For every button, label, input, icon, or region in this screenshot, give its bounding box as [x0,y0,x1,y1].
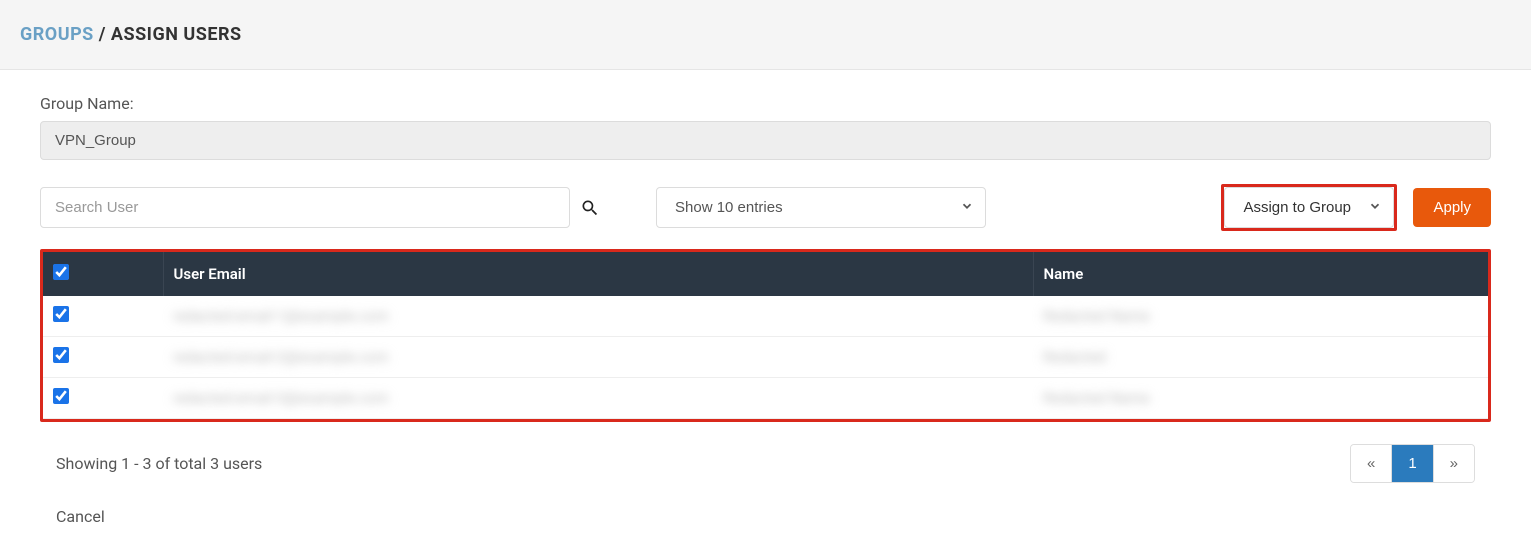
row-checkbox[interactable] [53,388,69,404]
pager-page-1[interactable]: 1 [1392,445,1433,482]
user-email-cell: redacted-email-3@example.com [173,389,389,407]
user-email-cell: redacted-email-1@example.com [173,307,389,325]
table-row: redacted-email-2@example.com Redacted [43,337,1488,378]
users-table: User Email Name redacted-email-1@example… [43,252,1488,419]
cancel-link[interactable]: Cancel [40,507,1491,526]
column-header-name[interactable]: Name [1033,252,1488,296]
row-checkbox[interactable] [53,347,69,363]
user-name-cell: Redacted Name [1043,389,1150,407]
group-name-input [40,121,1491,160]
breadcrumb-current: ASSIGN USERS [111,24,242,45]
search-input[interactable] [40,187,570,228]
entries-select[interactable]: Show 10 entries [656,187,986,228]
breadcrumb-bar: GROUPS / ASSIGN USERS [0,0,1531,70]
breadcrumb-root[interactable]: GROUPS [20,24,94,45]
column-header-email[interactable]: User Email [163,252,1033,296]
pager-prev[interactable]: « [1351,445,1392,482]
user-name-cell: Redacted [1043,348,1106,366]
pager-next[interactable]: » [1434,445,1474,482]
pagination-status: Showing 1 - 3 of total 3 users [56,454,262,473]
row-checkbox[interactable] [53,306,69,322]
user-name-cell: Redacted Name [1043,307,1150,325]
breadcrumb-separator: / [99,24,106,45]
table-row: redacted-email-1@example.com Redacted Na… [43,296,1488,337]
user-email-cell: redacted-email-2@example.com [173,348,389,366]
table-row: redacted-email-3@example.com Redacted Na… [43,378,1488,419]
entries-select-wrap[interactable]: Show 10 entries [656,187,986,228]
breadcrumb: GROUPS / ASSIGN USERS [20,24,1511,45]
select-all-checkbox[interactable] [53,264,69,280]
search-icon[interactable] [580,198,600,218]
group-name-label: Group Name: [40,94,1491,113]
pager: « 1 » [1350,444,1475,483]
assign-select[interactable]: Assign to Group [1224,187,1394,228]
apply-button[interactable]: Apply [1413,188,1491,227]
assign-select-wrap[interactable]: Assign to Group [1224,187,1394,228]
